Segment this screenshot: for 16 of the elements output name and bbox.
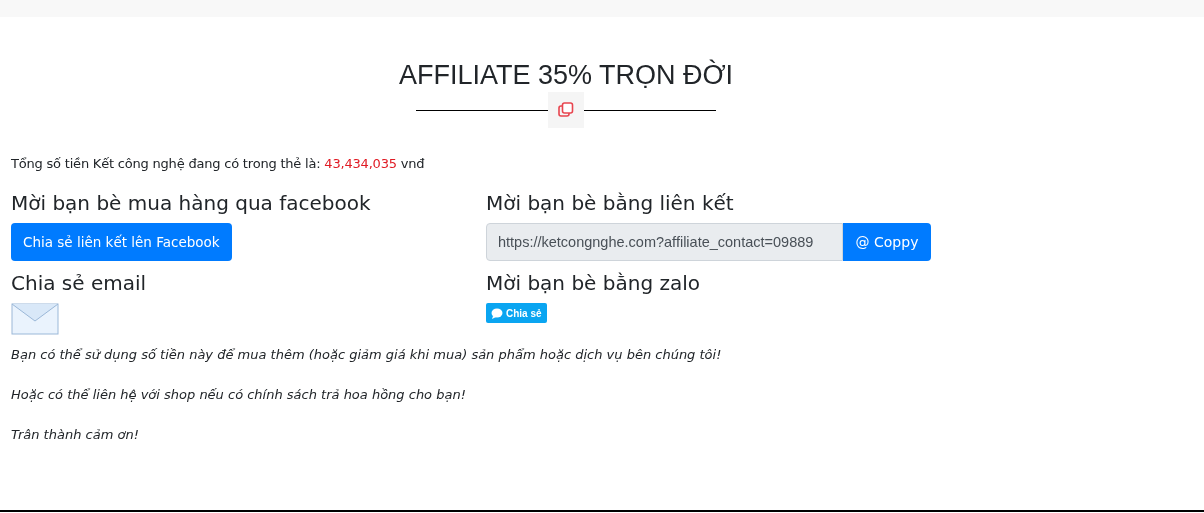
page-title: AFFILIATE 35% TRỌN ĐỜI — [397, 58, 735, 92]
copy-icon — [548, 92, 584, 128]
note-text: Hoặc có thể liên hệ với shop nếu có chính sách trả hoa hồng cho bạn! — [11, 386, 467, 404]
envelope-icon[interactable] — [11, 303, 59, 335]
section-heading: Mời bạn bè bằng liên kết — [486, 191, 735, 215]
section-heading: Mời bạn bè bằng zalo — [486, 271, 701, 295]
zalo-share-button[interactable]: Chia sẻ — [486, 303, 547, 323]
chat-bubble-icon — [491, 307, 503, 319]
balance-text: Tổng số tiền Kết công nghệ đang có trong thẻ là: 43,434,035 vnđ — [11, 156, 426, 171]
facebook-share-button[interactable]: Chia sẻ liên kết lên Facebook — [11, 223, 232, 261]
link-field[interactable]: https://ketcongnghe.com?affiliate_contact=09889 — [486, 223, 843, 261]
copy-button[interactable]: @ Coppy — [843, 223, 931, 261]
note-text: Trân thành cảm ơn! — [11, 426, 140, 444]
note-text: Bạn có thể sử dụng số tiền này để mua thêm (hoặc giảm giá khi mua) sản phẩm hoặc dịch vụ bên chúng tôi! — [11, 346, 723, 364]
section-heading: Mời bạn bè mua hàng qua facebook — [11, 191, 372, 215]
section-heading: Chia sẻ email — [11, 271, 148, 295]
